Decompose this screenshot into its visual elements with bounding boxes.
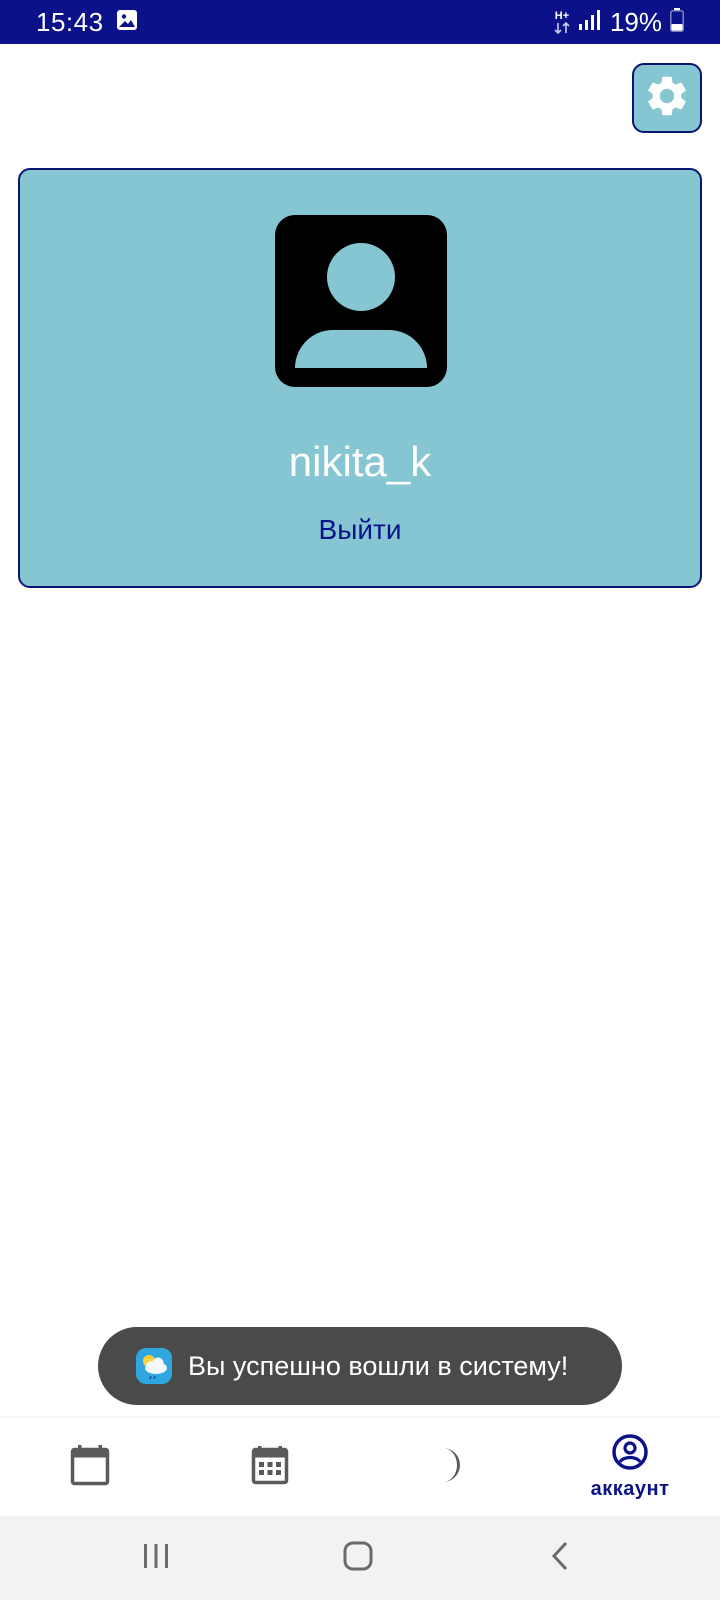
weather-app-icon bbox=[136, 1348, 172, 1384]
toast-message: Вы успешно вошли в систему! bbox=[188, 1350, 569, 1381]
battery-percent: 19% bbox=[609, 6, 662, 37]
logout-button[interactable]: Выйти bbox=[20, 514, 700, 546]
profile-card: nikita_k Выйти bbox=[18, 168, 702, 588]
gear-icon bbox=[643, 72, 691, 125]
nav-item-night[interactable] bbox=[360, 1418, 540, 1516]
image-icon bbox=[116, 9, 138, 36]
status-bar: 15:43 H+ 19% bbox=[0, 0, 720, 44]
settings-button[interactable] bbox=[632, 63, 702, 133]
avatar-head bbox=[327, 243, 395, 311]
network-type: H+ bbox=[554, 9, 570, 22]
back-button[interactable] bbox=[500, 1516, 620, 1600]
username: nikita_k bbox=[288, 438, 432, 485]
toast: Вы успешно вошли в систему! bbox=[98, 1327, 622, 1405]
avatar-body bbox=[295, 330, 427, 368]
home-button[interactable] bbox=[298, 1516, 418, 1600]
calendar-blank-icon bbox=[70, 1444, 110, 1491]
home-icon bbox=[342, 1540, 374, 1577]
nav-item-schedule[interactable] bbox=[180, 1418, 360, 1516]
status-time: 15:43 bbox=[36, 6, 104, 37]
nav-item-account[interactable]: аккаунт bbox=[540, 1418, 720, 1516]
account-box-icon bbox=[275, 215, 447, 387]
system-nav-bar bbox=[0, 1516, 720, 1600]
account-circle-icon bbox=[611, 1433, 649, 1476]
back-icon bbox=[548, 1540, 572, 1577]
calendar-month-icon bbox=[251, 1445, 289, 1490]
recents-icon bbox=[141, 1541, 171, 1576]
moon-icon bbox=[435, 1446, 465, 1489]
network-arrows-icon: H+ bbox=[554, 9, 570, 34]
battery-icon bbox=[670, 7, 684, 37]
nav-label-account: аккаунт bbox=[590, 1478, 670, 1500]
recents-button[interactable] bbox=[96, 1516, 216, 1600]
bottom-nav: аккаунт bbox=[0, 1418, 720, 1516]
signal-icon bbox=[578, 9, 602, 36]
nav-item-calendar[interactable] bbox=[0, 1418, 180, 1516]
